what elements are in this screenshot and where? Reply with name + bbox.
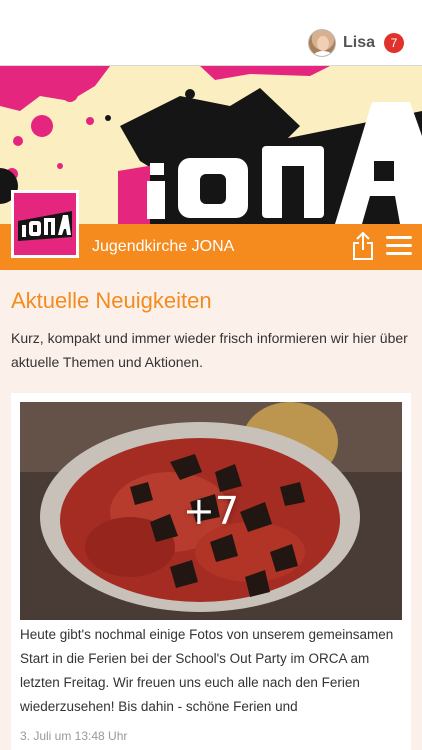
post-timestamp[interactable]: 3. Juli um 13:48 Uhr — [20, 729, 127, 743]
post-photo[interactable]: +7 — [20, 402, 402, 620]
news-section: Aktuelle Neuigkeiten Kurz, kompakt und i… — [0, 270, 422, 750]
avatar[interactable] — [307, 29, 336, 57]
page-logo[interactable] — [11, 190, 79, 258]
more-photos-count[interactable]: +7 — [20, 402, 402, 620]
top-bar: Lisa 7 — [0, 0, 422, 66]
hamburger-menu-icon[interactable] — [386, 236, 412, 258]
section-intro: Kurz, kompakt und immer wieder frisch in… — [11, 330, 408, 370]
section-title: Aktuelle Neuigkeiten — [11, 288, 212, 313]
jona-logo-icon — [14, 193, 76, 255]
username[interactable]: Lisa — [343, 34, 375, 52]
post-text: Heute gibt's nochmal einige Fotos von un… — [20, 627, 394, 714]
notification-badge[interactable]: 7 — [384, 33, 404, 53]
user-menu[interactable]: Lisa 7 — [307, 28, 404, 58]
news-post[interactable]: +7 Heute gibt's nochmal einige Fotos von… — [11, 393, 411, 750]
share-icon[interactable] — [351, 231, 375, 261]
page-title[interactable]: Jugendkirche JONA — [92, 238, 234, 256]
